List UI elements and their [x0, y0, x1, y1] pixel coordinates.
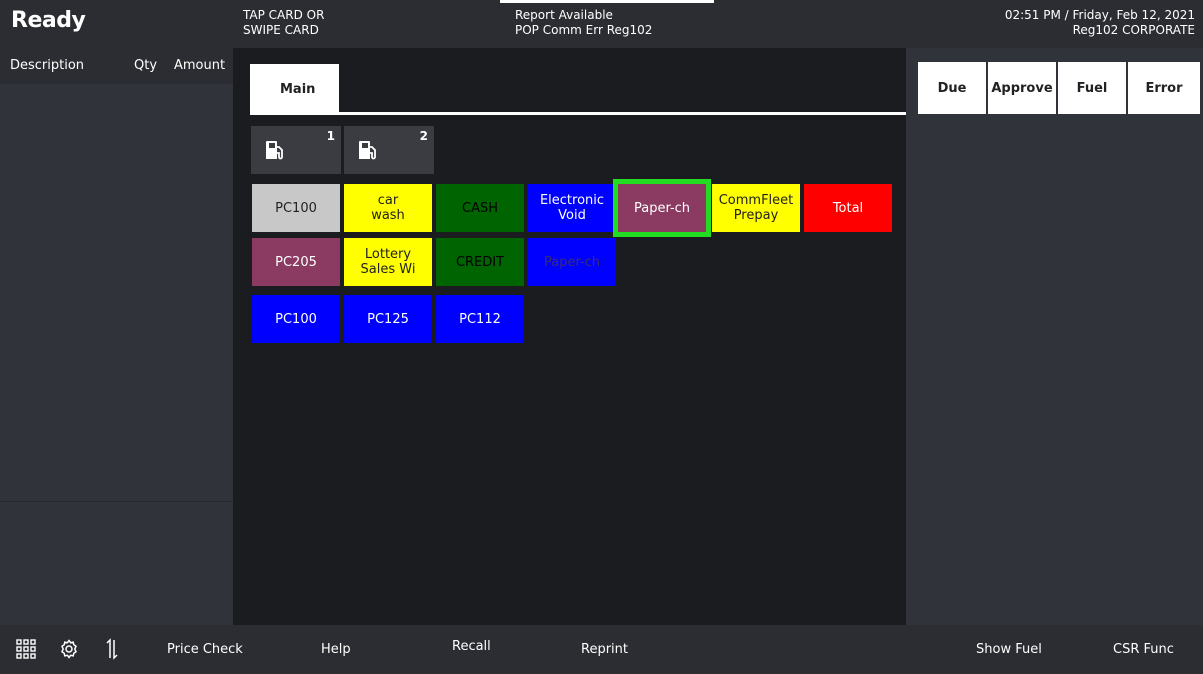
- plu-button-pc112[interactable]: PC112: [436, 295, 524, 343]
- system-message-line1: Report Available: [515, 8, 613, 22]
- button-label: Paper-ch: [633, 200, 691, 216]
- label-line2: Prepay: [733, 208, 779, 223]
- commfleet-prepay-button[interactable]: CommFleet Prepay: [712, 184, 800, 232]
- system-message[interactable]: Report Available POP Comm Err Reg102: [515, 8, 652, 38]
- button-label: Electronic Void: [540, 193, 604, 223]
- plu-button-pc125[interactable]: PC125: [344, 295, 432, 343]
- fuel-pump-icon: [251, 126, 299, 174]
- electronic-void-button[interactable]: Electronic Void: [528, 184, 616, 232]
- button-label: car wash: [371, 193, 405, 223]
- button-label: PC100: [275, 311, 317, 327]
- vertical-arrows-icon[interactable]: [100, 637, 124, 661]
- plu-button-pc205[interactable]: PC205: [252, 238, 340, 286]
- price-check-button[interactable]: Price Check: [167, 625, 243, 674]
- datetime-register: 02:51 PM / Friday, Feb 12, 2021 Reg102 C…: [1005, 8, 1195, 38]
- column-qty: Qty: [134, 58, 158, 73]
- paper-ch-button-2[interactable]: Paper-ch: [528, 238, 616, 286]
- tab-main[interactable]: Main: [250, 64, 339, 114]
- button-label: Lottery Sales Wi: [361, 247, 416, 277]
- pump-button-1[interactable]: 1: [251, 126, 341, 174]
- grid-menu-icon[interactable]: [14, 637, 38, 661]
- header-bar: Ready TAP CARD OR SWIPE CARD Report Avai…: [0, 0, 1203, 48]
- label-line1: car: [377, 193, 399, 208]
- car-wash-button[interactable]: car wash: [344, 184, 432, 232]
- header-indicator: [500, 0, 714, 3]
- label-line2: Sales Wi: [360, 262, 416, 277]
- pump-number: 2: [419, 129, 428, 143]
- label-line2: Void: [558, 208, 586, 223]
- label-line1: CommFleet: [718, 193, 794, 208]
- reprint-button[interactable]: Reprint: [581, 625, 628, 674]
- button-label: PC205: [275, 254, 317, 270]
- column-amount: Amount: [174, 58, 226, 73]
- system-message-line2: POP Comm Err Reg102: [515, 23, 653, 37]
- button-label: PC125: [367, 311, 409, 327]
- settings-gear-icon[interactable]: [57, 637, 81, 661]
- error-button[interactable]: Error: [1128, 62, 1200, 114]
- fuel-button[interactable]: Fuel: [1058, 62, 1126, 114]
- tab-underline: [250, 112, 906, 115]
- transaction-divider: [0, 501, 233, 502]
- button-label: CASH: [462, 200, 498, 216]
- recall-button[interactable]: Recall: [452, 622, 491, 671]
- card-prompt-line1: TAP CARD OR: [243, 8, 325, 22]
- pump-button-2[interactable]: 2: [344, 126, 434, 174]
- button-label: Total: [832, 200, 864, 216]
- show-fuel-button[interactable]: Show Fuel: [976, 625, 1042, 674]
- button-label: Paper-ch: [543, 254, 601, 270]
- help-button[interactable]: Help: [321, 625, 351, 674]
- pos-screen: Ready TAP CARD OR SWIPE CARD Report Avai…: [0, 0, 1203, 674]
- transaction-header: Description Qty Amount: [0, 48, 233, 84]
- plu-button-pc100-2[interactable]: PC100: [252, 295, 340, 343]
- paper-ch-button[interactable]: Paper-ch: [613, 179, 711, 237]
- csr-func-button[interactable]: CSR Func: [1113, 625, 1174, 674]
- card-prompt: TAP CARD OR SWIPE CARD: [243, 8, 324, 38]
- plu-button-pc100[interactable]: PC100: [252, 184, 340, 232]
- button-label: PC100: [275, 200, 317, 216]
- credit-button[interactable]: CREDIT: [436, 238, 524, 286]
- fuel-pump-icon: [344, 126, 392, 174]
- transaction-panel: Description Qty Amount: [0, 48, 233, 625]
- total-button[interactable]: Total: [804, 184, 892, 232]
- footer-bar: Price Check Help Recall Reprint Show Fue…: [0, 625, 1203, 674]
- button-label: PC112: [459, 311, 501, 327]
- pump-number: 1: [326, 129, 335, 143]
- button-label: CREDIT: [455, 254, 505, 270]
- card-prompt-line2: SWIPE CARD: [243, 23, 319, 37]
- register-info: Reg102 CORPORATE: [1072, 23, 1195, 37]
- lottery-sales-button[interactable]: Lottery Sales Wi: [344, 238, 432, 286]
- datetime: 02:51 PM / Friday, Feb 12, 2021: [1004, 8, 1195, 22]
- label-line1: Electronic: [539, 193, 605, 208]
- label-line2: wash: [371, 208, 405, 223]
- column-description: Description: [10, 58, 85, 73]
- approve-button[interactable]: Approve: [988, 62, 1056, 114]
- cash-button[interactable]: CASH: [436, 184, 524, 232]
- right-panel: [906, 48, 1203, 625]
- due-button[interactable]: Due: [918, 62, 986, 114]
- status-label: Ready: [11, 8, 86, 33]
- button-label: CommFleet Prepay: [719, 193, 794, 223]
- label-line1: Lottery: [364, 247, 412, 262]
